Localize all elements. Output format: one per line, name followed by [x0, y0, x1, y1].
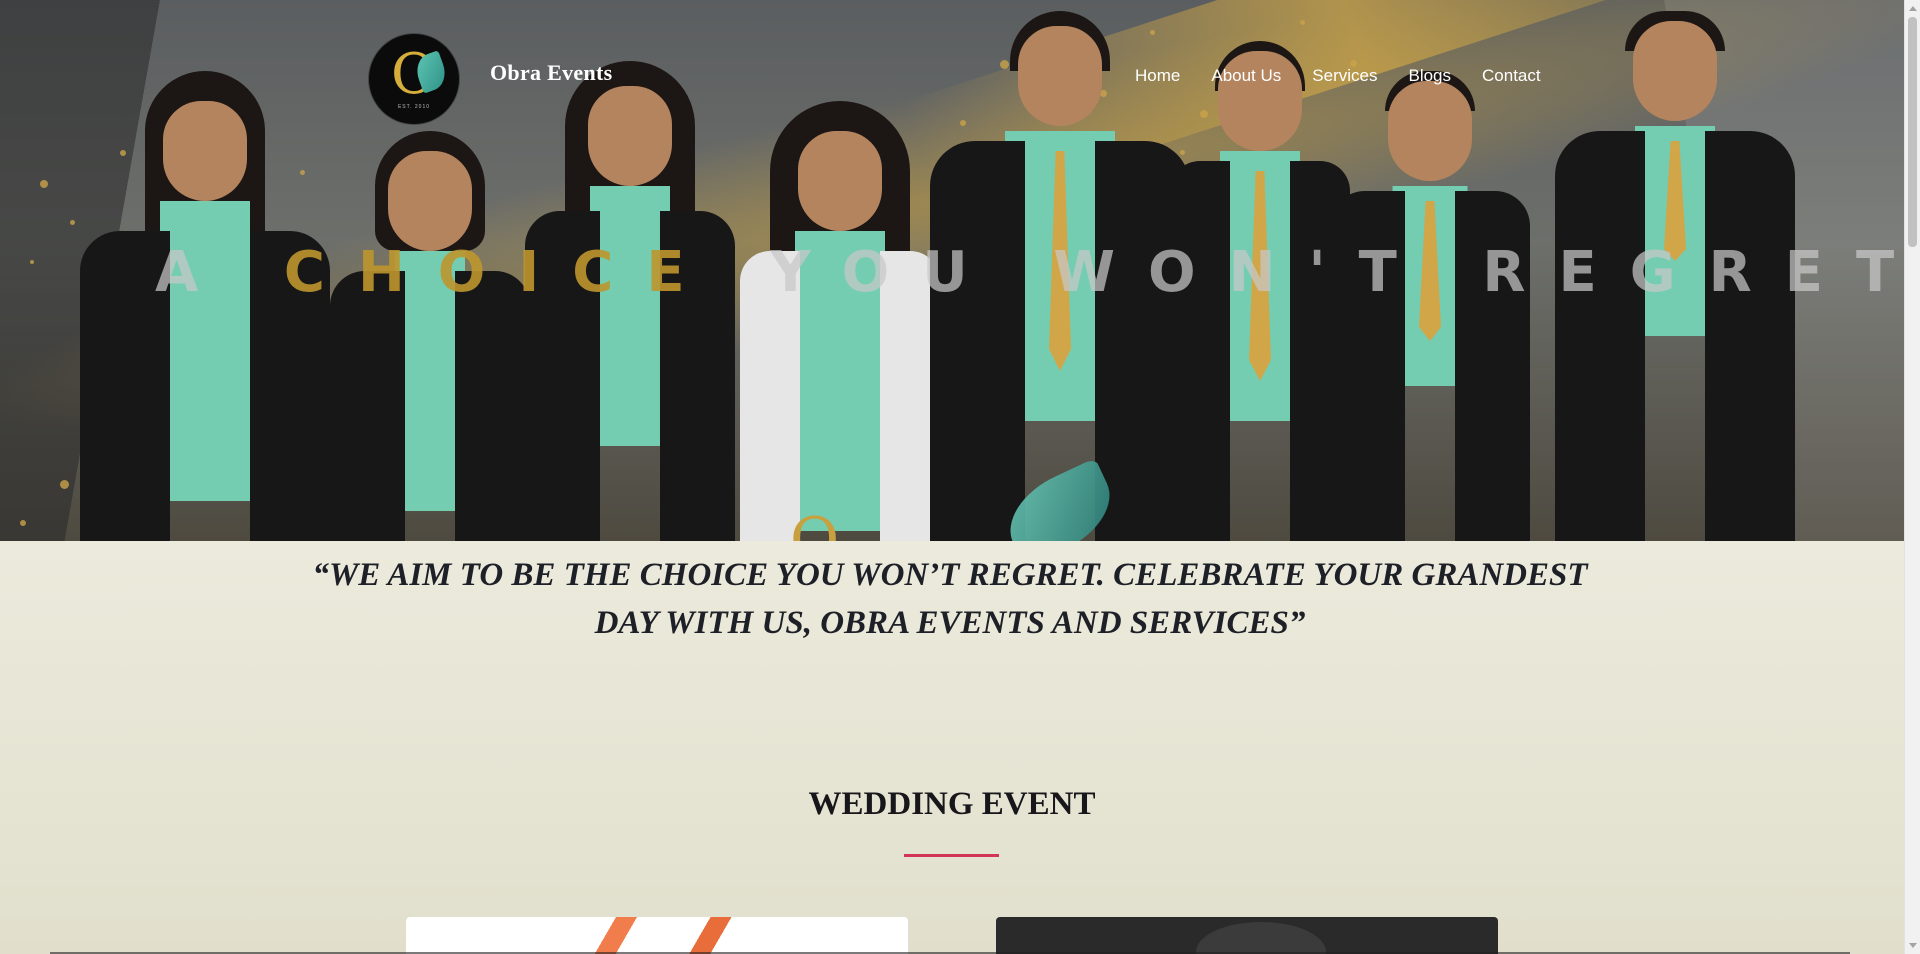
site-header: O EST. 2010 Obra Events Home About Us Se… [0, 0, 1904, 150]
nav-home[interactable]: Home [1135, 66, 1180, 86]
logo-fragment-letter: O [790, 505, 840, 541]
logo-icon[interactable]: O EST. 2010 [369, 34, 459, 124]
scrollbar-thumb[interactable] [1908, 17, 1917, 247]
event-card-image[interactable] [406, 917, 908, 954]
slogan-highlight: CHOICE [283, 240, 718, 305]
hero-slogan: A CHOICE YOU WON'T REGRET. [155, 240, 1904, 305]
nav-blogs[interactable]: Blogs [1408, 66, 1451, 86]
nav-contact[interactable]: Contact [1482, 66, 1541, 86]
event-card-image[interactable] [996, 917, 1498, 954]
nav-about-us[interactable]: About Us [1211, 66, 1281, 86]
scroll-down-arrow-icon[interactable] [1909, 943, 1917, 948]
slogan-text-2: YOU WON'T REGRET. [717, 240, 1904, 305]
section-title: WEDDING EVENT [808, 786, 1096, 822]
nav-services[interactable]: Services [1312, 66, 1377, 86]
mission-quote: “WE AIM TO BE THE CHOICE YOU WON’T REGRE… [312, 557, 1588, 641]
team-member [740, 101, 940, 541]
page-scrollbar[interactable] [1904, 0, 1920, 954]
brand-name-link[interactable]: Obra Events [490, 60, 612, 86]
logo-est-text: EST. 2010 [397, 104, 431, 110]
main-content: “WE AIM TO BE THE CHOICE YOU WON’T REGRE… [0, 541, 1904, 954]
title-underline [904, 854, 999, 857]
scroll-up-arrow-icon[interactable] [1909, 6, 1917, 11]
main-nav: Home About Us Services Blogs Contact [1135, 66, 1541, 86]
slogan-text-1: A [155, 240, 284, 305]
team-member [330, 131, 530, 541]
